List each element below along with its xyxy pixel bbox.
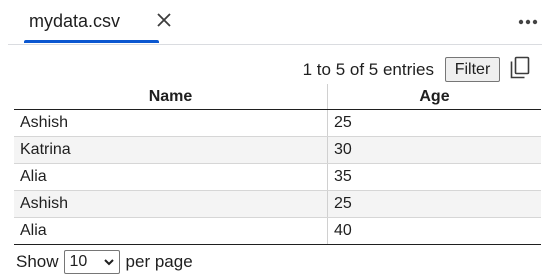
column-header-age[interactable]: Age bbox=[327, 84, 541, 110]
table-header-row: Name Age bbox=[14, 84, 541, 110]
more-horizontal-icon[interactable] bbox=[514, 12, 542, 32]
per-page-label: per page bbox=[125, 252, 193, 271]
table-row: Alia 35 bbox=[14, 163, 541, 191]
data-table: Name Age Ashish 25 Katrina 30 Alia 35 As… bbox=[14, 84, 541, 245]
table-cell: Ashish bbox=[14, 190, 328, 218]
table-cell: 25 bbox=[327, 109, 541, 137]
table-row: Katrina 30 bbox=[14, 136, 541, 164]
tab-mydata-csv[interactable]: mydata.csv bbox=[24, 0, 171, 44]
table-row: Ashish 25 bbox=[14, 109, 541, 137]
table-cell: 30 bbox=[327, 136, 541, 164]
filter-button[interactable]: Filter bbox=[445, 57, 500, 82]
table-row: Ashish 25 bbox=[14, 190, 541, 218]
active-tab-indicator bbox=[24, 40, 159, 43]
page-size-select[interactable]: 10 bbox=[63, 250, 120, 274]
table-cell: 35 bbox=[327, 163, 541, 191]
table-cell: Ashish bbox=[14, 109, 328, 137]
table-cell: 40 bbox=[327, 217, 541, 245]
table-cell: 25 bbox=[327, 190, 541, 218]
copy-icon[interactable] bbox=[509, 56, 531, 80]
tab-divider bbox=[8, 44, 542, 45]
table-cell: Alia bbox=[14, 217, 328, 245]
column-header-name[interactable]: Name bbox=[14, 84, 328, 110]
entries-info: 1 to 5 of 5 entries bbox=[302, 60, 434, 79]
close-icon[interactable] bbox=[155, 11, 173, 29]
tab-title: mydata.csv bbox=[29, 11, 121, 31]
chevron-down-icon bbox=[103, 259, 114, 266]
pagination-footer: Show 10 per page bbox=[16, 250, 193, 274]
table-row: Alia 40 bbox=[14, 217, 541, 245]
table-cell: Katrina bbox=[14, 136, 328, 164]
page-size-value: 10 bbox=[69, 253, 88, 270]
show-label: Show bbox=[16, 252, 59, 271]
tab-bar: mydata.csv bbox=[0, 0, 550, 44]
table-cell: Alia bbox=[14, 163, 328, 191]
